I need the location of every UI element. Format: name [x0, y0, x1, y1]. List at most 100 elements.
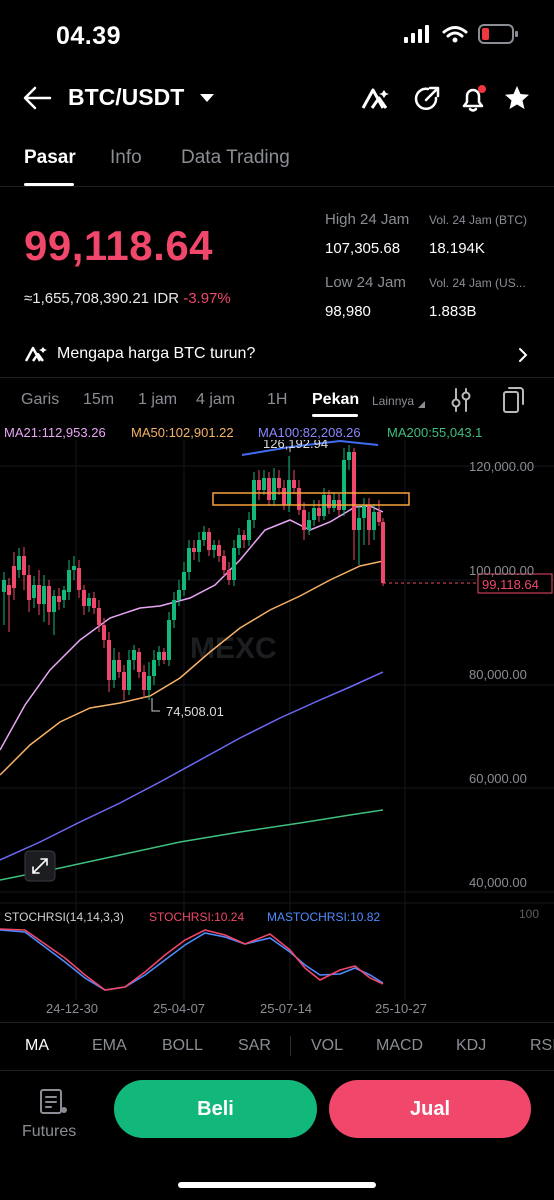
sell-button[interactable]: Jual [329, 1080, 531, 1138]
candle-body [182, 572, 186, 590]
candle-body [332, 500, 336, 508]
stochrsi-scale-top: 100 [519, 907, 539, 921]
candle-body [377, 512, 381, 522]
candle-body [317, 508, 321, 516]
candle-body [127, 660, 131, 690]
timeframe-pekan[interactable]: Pekan [312, 391, 359, 409]
toolbar-divider [0, 377, 554, 378]
candle-body [162, 652, 166, 660]
indicator-ma[interactable]: MA [25, 1037, 49, 1055]
candle-body [47, 586, 51, 612]
pair-title[interactable]: BTC/USDT [68, 84, 184, 111]
why-price-text[interactable]: Mengapa harga BTC turun? [57, 345, 255, 363]
idr-value: ≈1,655,708,390.21 [24, 290, 150, 307]
y-tick-label: 40,000.00 [469, 875, 527, 890]
futures-icon[interactable] [39, 1088, 69, 1116]
lainnya-caret-icon[interactable] [417, 400, 426, 409]
candle-body [57, 596, 61, 602]
indicator-macd[interactable]: MACD [376, 1037, 423, 1055]
candle-body [97, 608, 101, 625]
indicator-ema[interactable]: EMA [92, 1037, 127, 1055]
y-tick-label: 80,000.00 [469, 667, 527, 682]
indicator-rsi[interactable]: RSI [530, 1037, 554, 1055]
stochrsi-value: STOCHRSI:10.24 [149, 910, 244, 924]
indicator-boll[interactable]: BOLL [162, 1037, 203, 1055]
mastochrsi-line [0, 929, 384, 991]
candle-body [107, 640, 111, 680]
timeframe-15m[interactable]: 15m [83, 391, 114, 409]
candle-body [152, 660, 156, 676]
home-indicator [178, 1182, 376, 1188]
signal-icon [404, 25, 429, 43]
ma50-line [0, 560, 384, 776]
timeframe-1jam[interactable]: 1 jam [138, 391, 177, 409]
high-annotation: 126,192.94 [263, 440, 328, 451]
timeframe-lainnya[interactable]: Lainnya [372, 394, 414, 408]
candle-body [222, 556, 226, 570]
price-change-percent: -3.97% [183, 290, 231, 307]
ma21-legend: MA21:112,953.26 [4, 425, 106, 440]
price-chart[interactable]: MEXC 126,192.94 74,508.01 99,118.64 120,… [0, 440, 554, 1020]
dropdown-caret-icon[interactable] [199, 93, 215, 103]
candle-body [42, 586, 46, 604]
chart-mode-icon[interactable] [500, 386, 526, 414]
indicator-kdj[interactable]: KDJ [456, 1037, 486, 1055]
stochrsi-line [0, 928, 384, 991]
star-icon[interactable] [503, 84, 533, 114]
ma50-legend: MA50:102,901.22 [131, 425, 234, 440]
candle-body [277, 478, 281, 488]
candle-body [32, 585, 36, 598]
candle-body [237, 535, 241, 548]
indicator-vol[interactable]: VOL [311, 1037, 343, 1055]
candle-body [232, 548, 236, 580]
chart-watermark: MEXC [190, 632, 277, 665]
candle-body [112, 660, 116, 680]
vol-usdt-value: 1.883B [429, 303, 477, 320]
tab-pasar[interactable]: Pasar [24, 147, 76, 169]
low-annotation: 74,508.01 [166, 704, 224, 719]
vol-btc-value: 18.194K [429, 240, 485, 257]
candle-body [52, 596, 56, 612]
footer-divider [0, 1070, 554, 1071]
candle-body [202, 532, 206, 540]
candle-body [192, 548, 196, 552]
tab-data-trading[interactable]: Data Trading [181, 147, 290, 169]
candle-body [77, 568, 81, 590]
stochrsi-name: STOCHRSI(14,14,3,3) [4, 910, 124, 924]
tab-info[interactable]: Info [110, 147, 142, 169]
high-24h-label: High 24 Jam [325, 211, 410, 228]
timeframe-4jam[interactable]: 4 jam [196, 391, 235, 409]
candle-body [262, 478, 266, 490]
ai-logo-icon[interactable] [360, 84, 390, 114]
x-tick-label: 25-10-27 [375, 1001, 427, 1016]
futures-label[interactable]: Futures [22, 1123, 76, 1141]
status-icons [404, 24, 518, 44]
candle-body [102, 625, 106, 640]
back-arrow-icon[interactable] [22, 85, 52, 111]
timeframe-1h[interactable]: 1H [267, 391, 287, 409]
battery-low-icon [478, 24, 518, 44]
candle-body [132, 650, 136, 660]
candle-body [157, 652, 161, 660]
candle-body [307, 520, 311, 530]
high-24h-value: 107,305.68 [325, 240, 401, 257]
idr-currency: IDR [153, 290, 180, 307]
candle-body [282, 488, 286, 505]
candle-body [372, 512, 376, 530]
buy-button[interactable]: Beli [114, 1080, 317, 1138]
candle-body [257, 480, 261, 490]
expand-chart-button[interactable] [24, 850, 56, 882]
timeframe-garis[interactable]: Garis [21, 391, 59, 409]
indicator-settings-icon[interactable] [450, 387, 472, 413]
low-24h-value: 98,980 [325, 303, 371, 320]
chevron-right-icon[interactable] [518, 347, 528, 363]
candle-body [177, 590, 181, 600]
indicator-sar[interactable]: SAR [238, 1037, 271, 1055]
candle-body [217, 545, 221, 556]
share-icon[interactable] [412, 84, 442, 114]
candle-body [357, 518, 361, 530]
bell-icon[interactable] [458, 84, 488, 114]
candle-body [227, 570, 231, 580]
x-tick-label: 25-07-14 [260, 1001, 312, 1016]
candle-body [342, 460, 346, 510]
